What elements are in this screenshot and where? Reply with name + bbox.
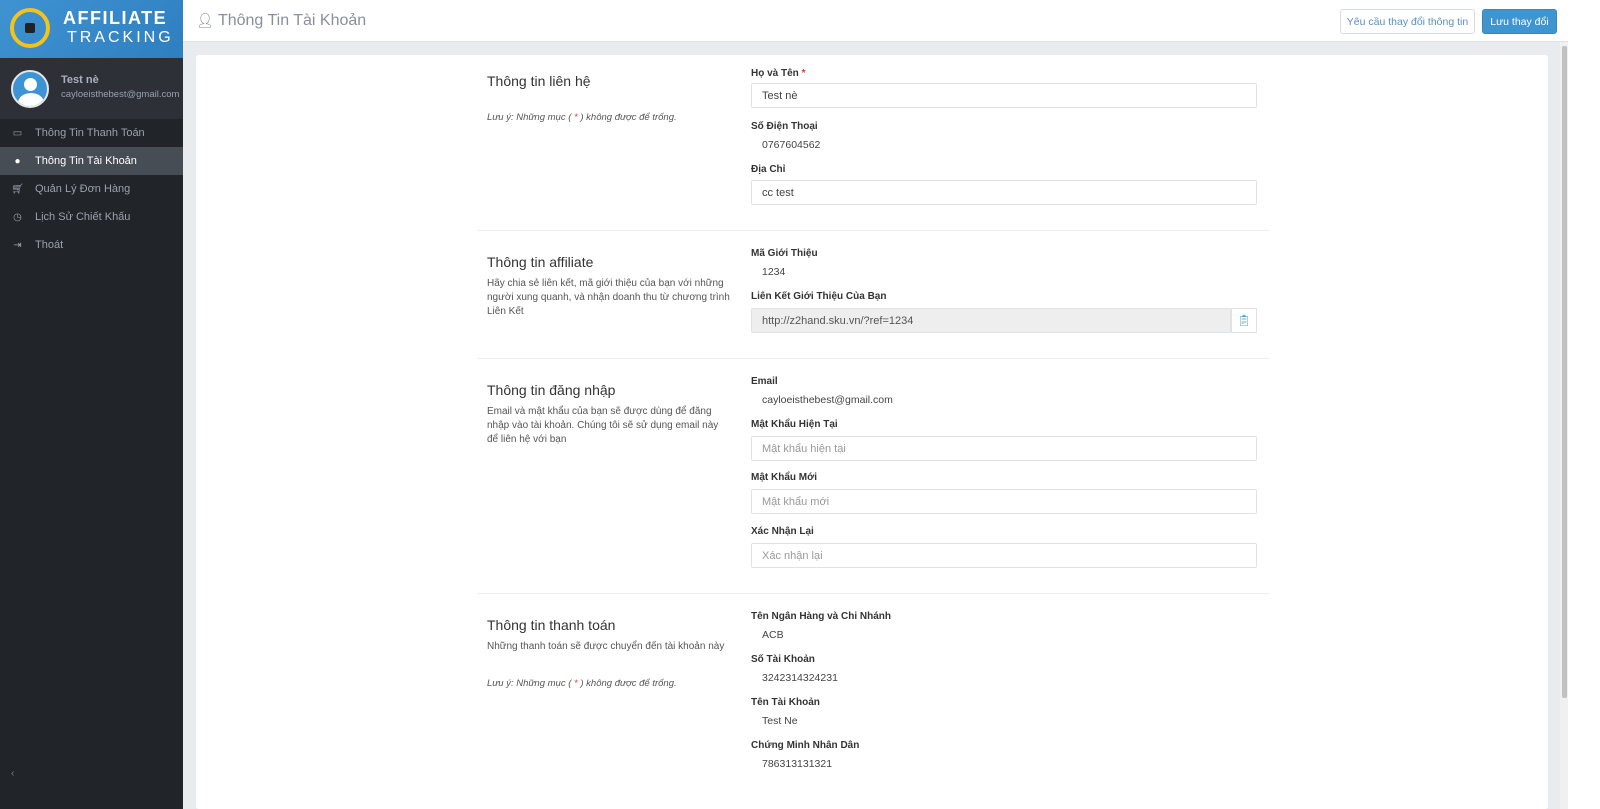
section-title: Thông tin liên hệ [487, 73, 591, 89]
note-text: Lưu ý: Những mục ( [487, 678, 572, 689]
email-value: cayloeisthebest@gmail.com [762, 394, 893, 406]
copy-icon: 📋︎ [1237, 315, 1251, 327]
account-name-label: Tên Tài Khoản [751, 697, 820, 708]
page-title-text: Thông Tin Tài Khoản [217, 12, 367, 29]
sidebar-item-account-info[interactable]: ● Thông Tin Tài Khoản [0, 147, 183, 175]
login-section: Thông tin đăng nhập Email và mật khẩu củ… [477, 359, 1269, 594]
note-text: Lưu ý: Những mục ( [487, 112, 572, 123]
logout-icon: ⇥ [13, 239, 22, 251]
sidebar-item-label: Thoát [35, 239, 64, 251]
money-icon: ▭ [12, 127, 23, 139]
note-text: ) không được để trống. [580, 112, 677, 123]
section-description: Email và mật khẩu của bạn sẽ được dùng đ… [487, 406, 719, 445]
logo-text: AFFILIATE [63, 8, 168, 28]
id-card-label: Chứng Minh Nhân Dân [751, 740, 860, 751]
logo[interactable]: AFFILIATE TRACKING [0, 0, 183, 58]
confirm-password-input[interactable] [751, 543, 1257, 568]
sidebar-item-label: Lịch Sử Chiết Khấu [35, 211, 131, 223]
sidebar-item-logout[interactable]: ⇥ Thoát [0, 231, 183, 259]
account-number-value: 3242314324231 [762, 672, 838, 684]
sidebar-item-discount-history[interactable]: ◷ Lịch Sử Chiết Khấu [0, 203, 183, 231]
scrollbar-thumb[interactable] [1562, 46, 1567, 698]
copy-link-button[interactable]: 📋︎ [1231, 308, 1257, 333]
id-card-value: 786313131321 [762, 758, 833, 770]
section-title: Thông tin affiliate [487, 254, 594, 270]
user-profile: Test nè cayloeisthebest@gmail.com [0, 58, 183, 119]
referral-code-label: Mã Giới Thiệu [751, 248, 818, 259]
section-description: Những thanh toán sẽ được chuyển đến tài … [487, 641, 725, 652]
phone-value: 0767604562 [762, 139, 821, 151]
sidebar-item-orders[interactable]: 🛒︎ Quản Lý Đơn Hàng [0, 175, 183, 203]
sidebar-item-payment-info[interactable]: ▭ Thông Tin Thanh Toán [0, 119, 183, 147]
header: 👤︎ Thông Tin Tài Khoản Yêu cầu thay đổi … [183, 0, 1568, 42]
name-label: Họ và Tên * [751, 68, 805, 79]
required-note: Lưu ý: Những mục ( * ) không được để trố… [487, 678, 677, 689]
section-title: Thông tin thanh toán [487, 617, 616, 633]
save-button[interactable]: Lưu thay đổi [1482, 9, 1557, 34]
current-password-input[interactable] [751, 436, 1257, 461]
bank-value: ACB [762, 629, 784, 641]
user-name: Test nè [61, 74, 99, 86]
referral-code-value: 1234 [762, 266, 786, 278]
affiliate-section: Thông tin affiliate Hãy chia sẻ liên kết… [477, 231, 1269, 359]
user-icon: 👤︎ [196, 12, 214, 28]
avatar [11, 70, 49, 108]
address-input[interactable] [751, 180, 1257, 205]
user-email: cayloeisthebest@gmail.com [61, 89, 180, 100]
page-title: 👤︎ Thông Tin Tài Khoản [196, 12, 366, 30]
required-star: * [801, 68, 806, 79]
account-form-card: Thông tin liên hệ Lưu ý: Những mục ( * )… [196, 55, 1548, 809]
confirm-password-label: Xác Nhận Lại [751, 526, 814, 537]
request-change-button[interactable]: Yêu cầu thay đổi thông tin [1340, 9, 1475, 34]
payment-section: Thông tin thanh toán Những thanh toán sẽ… [477, 594, 1269, 809]
sidebar-item-label: Thông Tin Tài Khoản [35, 155, 137, 167]
sidebar-item-label: Thông Tin Thanh Toán [35, 127, 145, 139]
sidebar-item-label: Quản Lý Đơn Hàng [35, 183, 131, 195]
referral-link-input[interactable] [751, 308, 1231, 333]
window-edge [1568, 0, 1600, 809]
current-password-label: Mật Khẩu Hiện Tại [751, 419, 838, 430]
account-name-value: Test Ne [762, 715, 798, 727]
logo-text: TRACKING [67, 29, 174, 46]
email-label: Email [751, 376, 778, 387]
clock-icon: ◷ [13, 211, 22, 223]
new-password-label: Mật Khẩu Mới [751, 472, 817, 483]
section-description: Hãy chia sẻ liên kết, mã giới thiệu của … [487, 278, 730, 317]
referral-link-label: Liên Kết Giới Thiệu Của Bạn [751, 291, 887, 302]
phone-label: Số Điện Thoại [751, 121, 818, 132]
required-note: Lưu ý: Những mục ( * ) không được để trố… [487, 112, 677, 123]
user-icon: ● [14, 155, 21, 167]
section-title: Thông tin đăng nhập [487, 382, 616, 398]
collapse-sidebar-icon[interactable]: ‹ [11, 768, 14, 779]
sidebar: AFFILIATE TRACKING Test nè cayloeisthebe… [0, 0, 183, 809]
label-text: Họ và Tên [751, 68, 799, 79]
name-input[interactable] [751, 83, 1257, 108]
address-label: Địa Chỉ [751, 164, 786, 175]
bank-label: Tên Ngân Hàng và Chi Nhánh [751, 611, 892, 622]
account-number-label: Số Tài Khoản [751, 654, 815, 665]
cart-icon: 🛒︎ [11, 183, 24, 195]
new-password-input[interactable] [751, 489, 1257, 514]
logo-target-icon [10, 8, 50, 48]
contact-section: Thông tin liên hệ Lưu ý: Những mục ( * )… [477, 55, 1269, 231]
note-text: ) không được để trống. [580, 678, 677, 689]
